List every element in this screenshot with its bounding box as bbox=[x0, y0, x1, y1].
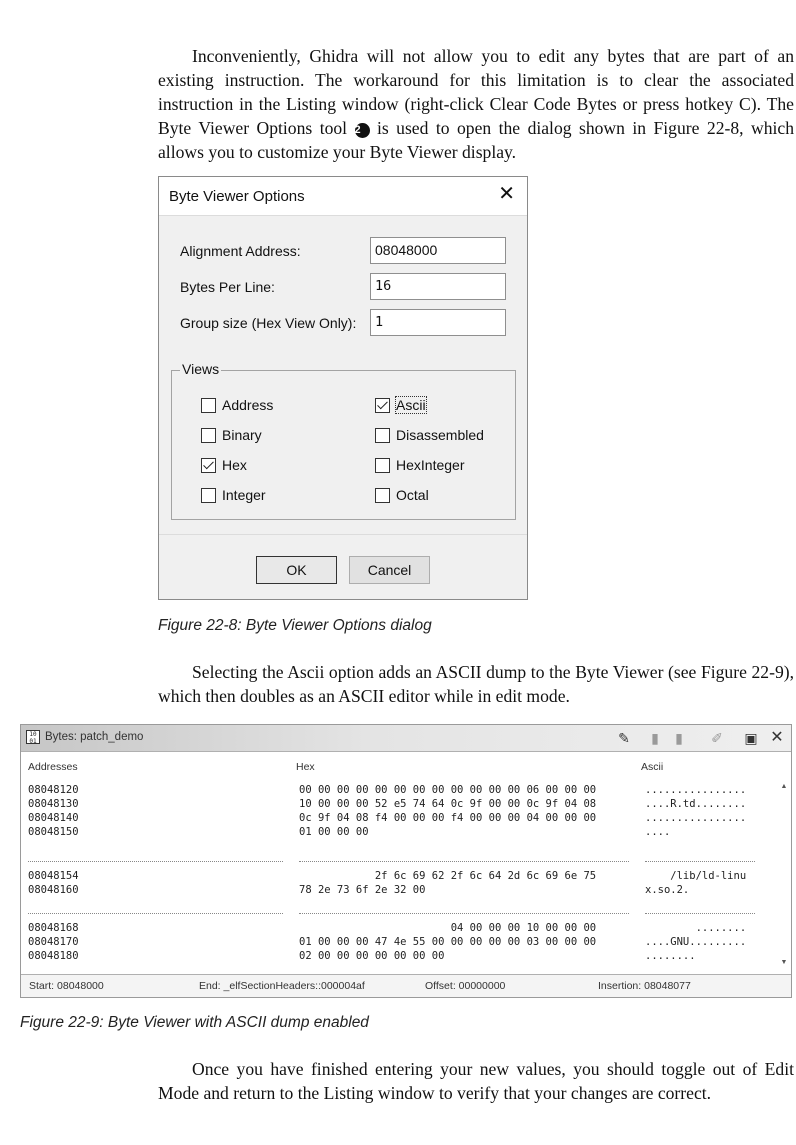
ascii-header: Ascii bbox=[641, 761, 664, 773]
view-checkbox-hex[interactable]: Hex bbox=[201, 457, 247, 473]
hex-block-3[interactable]: 04 00 00 00 10 00 00 00 01 00 00 00 47 4… bbox=[299, 921, 596, 963]
addresses-block-1: 08048120 08048130 08048140 08048150 bbox=[28, 784, 79, 838]
checkbox-disassembled[interactable] bbox=[375, 427, 390, 443]
close-icon[interactable]: ✕ bbox=[498, 184, 515, 204]
address-separator bbox=[28, 861, 283, 862]
checkbox-hex[interactable] bbox=[201, 457, 216, 473]
checkbox-address[interactable] bbox=[201, 397, 216, 413]
checkbox-ascii[interactable] bbox=[375, 397, 390, 413]
checkbox-label: Hex bbox=[222, 457, 247, 473]
bytes-icon: 10 01 bbox=[26, 730, 40, 745]
hex-separator bbox=[299, 861, 629, 862]
dialog-footer: OK Cancel bbox=[159, 534, 527, 599]
addresses-header: Addresses bbox=[28, 761, 78, 773]
checkbox-integer[interactable] bbox=[201, 487, 216, 503]
status-offset: Offset: 00000000 bbox=[425, 980, 506, 992]
hex-block-1[interactable]: 00 00 00 00 00 00 00 00 00 00 00 00 06 0… bbox=[299, 783, 596, 839]
bytes-per-line-label: Bytes Per Line: bbox=[180, 279, 275, 295]
ascii-block-1[interactable]: ................ ....R.td........ ......… bbox=[645, 783, 746, 839]
edit-toggle-icon[interactable]: ✎ bbox=[614, 728, 634, 748]
ascii-separator bbox=[645, 861, 755, 862]
hex-separator bbox=[299, 913, 629, 914]
snapshot-icon[interactable]: ▮ bbox=[645, 728, 665, 748]
figure-22-8-caption: Figure 22-8: Byte Viewer Options dialog bbox=[158, 617, 432, 634]
ok-button[interactable]: OK bbox=[256, 556, 337, 584]
view-checkbox-hexinteger[interactable]: HexInteger bbox=[375, 457, 464, 473]
view-checkbox-binary[interactable]: Binary bbox=[201, 427, 262, 443]
dialog-title-bar: Byte Viewer Options ✕ bbox=[159, 177, 527, 216]
view-checkbox-octal[interactable]: Octal bbox=[375, 487, 429, 503]
checkbox-label: Ascii bbox=[395, 396, 427, 414]
addresses-block-2: 08048154 08048160 bbox=[28, 870, 79, 896]
close-icon[interactable]: ✕ bbox=[767, 728, 787, 748]
copy-icon[interactable]: ▮ bbox=[669, 728, 689, 748]
status-insertion: Insertion: 08048077 bbox=[598, 980, 691, 992]
byte-viewer-title-bar: 10 01 Bytes: patch_demo ✎ ▮ ▮ ✐ ▣ ✕ bbox=[21, 725, 791, 752]
alignment-address-field[interactable]: 08048000 bbox=[370, 237, 506, 264]
pencil-icon[interactable]: ✐ bbox=[707, 728, 727, 748]
paragraph-1: Inconveniently, Ghidra will not allow yo… bbox=[158, 44, 794, 164]
dialog-title: Byte Viewer Options bbox=[169, 188, 305, 205]
byte-viewer-title: Bytes: patch_demo bbox=[45, 731, 144, 743]
address-separator bbox=[28, 913, 283, 914]
checkbox-label: Disassembled bbox=[396, 427, 484, 443]
byte-viewer-status-bar: Start: 08048000 End: _elfSectionHeaders:… bbox=[21, 974, 791, 997]
status-start: Start: 08048000 bbox=[29, 980, 104, 992]
bytes-per-line-field[interactable]: 16 bbox=[370, 273, 506, 300]
cancel-button[interactable]: Cancel bbox=[349, 556, 430, 584]
checkbox-binary[interactable] bbox=[201, 427, 216, 443]
ascii-block-2[interactable]: /lib/ld-linu x.so.2. bbox=[645, 869, 746, 897]
views-legend: Views bbox=[180, 361, 222, 377]
checkbox-octal[interactable] bbox=[375, 487, 390, 503]
callout-marker: 2 bbox=[354, 123, 370, 138]
paragraph-2: Selecting the Ascii option adds an ASCII… bbox=[158, 662, 794, 706]
hex-block-2[interactable]: 2f 6c 69 62 2f 6c 64 2d 6c 69 6e 75 78 2… bbox=[299, 869, 596, 897]
checkbox-label: HexInteger bbox=[396, 457, 465, 473]
scroll-up-icon[interactable]: ▲ bbox=[779, 783, 789, 790]
view-checkbox-address[interactable]: Address bbox=[201, 397, 273, 413]
group-size-field[interactable]: 1 bbox=[370, 309, 506, 336]
checkbox-label: Binary bbox=[222, 427, 262, 443]
checkbox-label: Address bbox=[222, 397, 274, 413]
figure-22-9-caption: Figure 22-9: Byte Viewer with ASCII dump… bbox=[20, 1014, 369, 1031]
group-size-label: Group size (Hex View Only): bbox=[180, 315, 357, 331]
checkbox-label: Integer bbox=[222, 487, 266, 503]
paragraph-3: Once you have finished entering your new… bbox=[158, 1059, 794, 1103]
byte-viewer-options-dialog: Byte Viewer Options ✕ Alignment Address:… bbox=[158, 176, 528, 600]
view-checkbox-ascii[interactable]: Ascii bbox=[375, 396, 427, 414]
ascii-block-3[interactable]: ........ ....GNU......... ........ bbox=[645, 921, 746, 963]
byte-viewer-window: 10 01 Bytes: patch_demo ✎ ▮ ▮ ✐ ▣ ✕ Addre… bbox=[20, 724, 792, 998]
view-checkbox-integer[interactable]: Integer bbox=[201, 487, 266, 503]
checkbox-hexinteger[interactable] bbox=[375, 457, 390, 473]
ascii-separator bbox=[645, 913, 755, 914]
vertical-scrollbar[interactable]: ▲ ▼ bbox=[779, 769, 789, 967]
views-group: Views Address Ascii Binary Disassembled … bbox=[171, 361, 516, 520]
alignment-address-label: Alignment Address: bbox=[180, 243, 301, 259]
addresses-block-3: 08048168 08048170 08048180 bbox=[28, 922, 79, 962]
scroll-down-icon[interactable]: ▼ bbox=[779, 959, 789, 966]
status-end: End: _elfSectionHeaders::000004af bbox=[199, 980, 365, 992]
hex-header: Hex bbox=[296, 761, 315, 773]
checkbox-label: Octal bbox=[396, 487, 429, 503]
view-checkbox-disassembled[interactable]: Disassembled bbox=[375, 427, 484, 443]
options-icon[interactable]: ▣ bbox=[741, 728, 761, 748]
